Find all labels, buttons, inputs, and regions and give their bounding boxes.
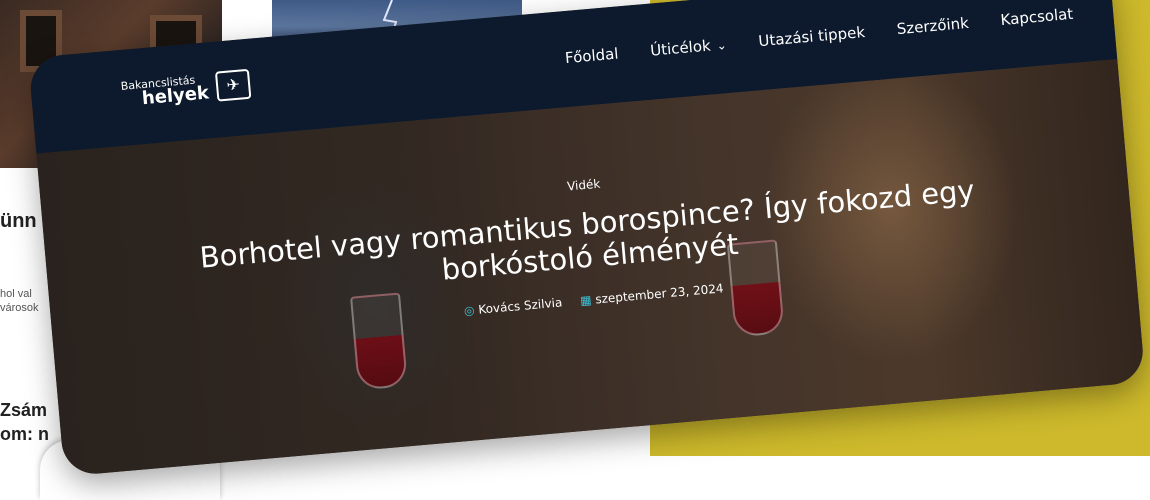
user-icon: ◎	[463, 302, 475, 318]
logo-bottom-text: helyek	[141, 81, 210, 109]
nav-item-destinations-label: Úticélok	[649, 36, 712, 60]
background-heading-2: om: n	[0, 424, 49, 444]
suitcase-plane-icon: ✈	[215, 68, 252, 102]
nav-item-destinations[interactable]: Úticélok ⌄	[649, 35, 728, 60]
main-menu: Főoldal Úticélok ⌄ Utazási tippek Szerzői…	[564, 5, 1074, 67]
background-heading: ünn	[0, 210, 37, 232]
nav-item-travel-tips[interactable]: Utazási tippek	[758, 23, 866, 50]
logo-text: Bakancslistás helyek	[120, 73, 209, 109]
nav-item-authors[interactable]: Szerzőink	[896, 14, 969, 38]
site-logo[interactable]: Bakancslistás helyek ✈	[120, 68, 252, 110]
background-snippet: városok	[0, 302, 39, 314]
background-snippet: hol val	[0, 288, 32, 300]
nav-item-contact[interactable]: Kapcsolat	[1000, 5, 1074, 29]
nav-item-home[interactable]: Főoldal	[564, 45, 619, 68]
calendar-icon: ▦	[579, 292, 593, 308]
background-heading-2: Zsám	[0, 400, 48, 420]
chevron-down-icon: ⌄	[716, 38, 728, 53]
